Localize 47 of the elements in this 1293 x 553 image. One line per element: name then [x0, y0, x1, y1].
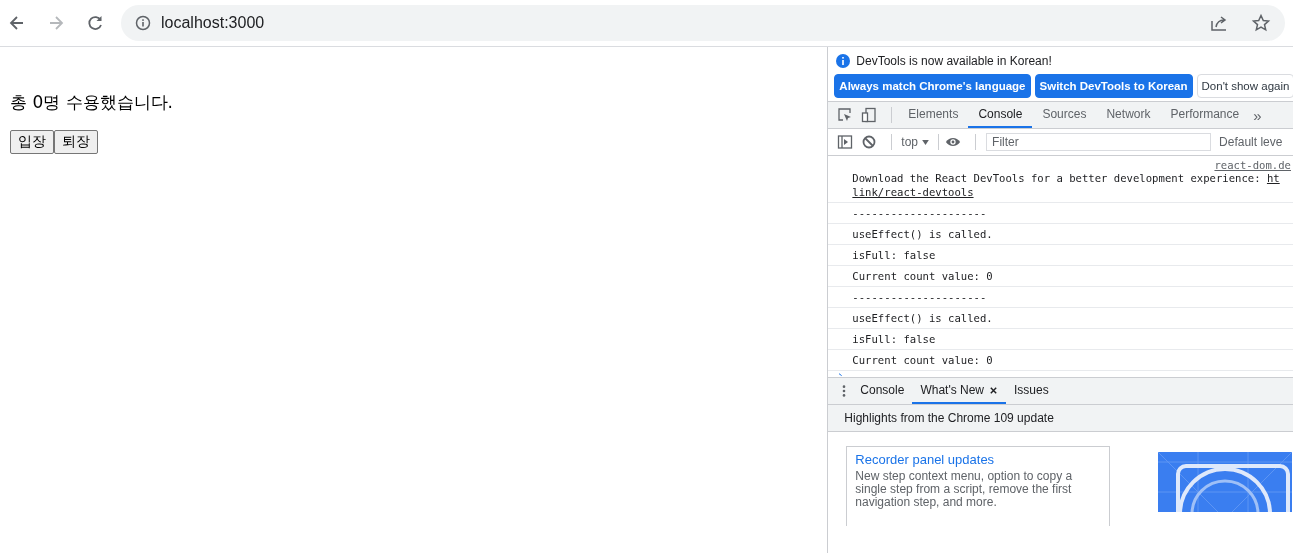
info-icon: [836, 54, 851, 68]
panel-tab[interactable]: Performance: [1160, 102, 1250, 128]
devtools-link[interactable]: ht: [1266, 172, 1280, 184]
panel-tab[interactable]: Console: [968, 102, 1033, 128]
context-dropdown[interactable]: top: [898, 135, 933, 149]
star-icon[interactable]: [1251, 13, 1271, 33]
levels-dropdown[interactable]: Default leve: [1211, 135, 1283, 149]
reload-icon[interactable]: [85, 13, 105, 33]
infobar-button[interactable]: Switch DevTools to Korean: [1034, 74, 1193, 98]
panel-tab[interactable]: Elements: [898, 102, 969, 128]
page-button[interactable]: 퇴장: [54, 130, 98, 154]
page-button[interactable]: 입장: [10, 130, 54, 154]
more-tabs-button[interactable]: »: [1249, 106, 1266, 124]
filter-field[interactable]: Filter: [986, 133, 1212, 151]
inspect-icon[interactable]: [837, 107, 854, 123]
caret-icon: [922, 139, 930, 145]
clear-icon[interactable]: [861, 134, 878, 150]
whats-new-heading: Highlights from the Chrome 109 update: [844, 411, 1054, 425]
card-description: New step context menu, option to copy a single step from a script, remove the first navigation step, and more.: [855, 470, 1074, 509]
infobar-button[interactable]: Always match Chrome's language: [834, 74, 1031, 98]
console-message: ---------------------: [852, 206, 988, 220]
console-message: useEffect() is called.: [852, 311, 994, 325]
sidebar-toggle-icon[interactable]: [837, 134, 854, 150]
address-bar[interactable]: localhost:3000: [121, 5, 1285, 41]
console-message: ---------------------: [852, 290, 988, 304]
console-message: useEffect() is called.: [852, 227, 994, 241]
console-message: isFull: false: [852, 248, 937, 262]
console-message: isFull: false: [852, 332, 937, 346]
source-link[interactable]: react-dom.de: [1214, 159, 1291, 171]
share-icon[interactable]: [1209, 13, 1229, 33]
infobar-text: DevTools is now available in Korean!: [856, 54, 1052, 68]
console-message: Download the React DevTools for a better development experience:: [852, 172, 1262, 184]
device-toolbar-icon[interactable]: [861, 107, 878, 123]
devtools-link[interactable]: link/react-devtools: [852, 186, 974, 198]
console-message: Current count value: 0: [852, 353, 994, 367]
drawer-tab[interactable]: Console: [852, 378, 913, 404]
menu-icon[interactable]: [842, 384, 847, 398]
card-title[interactable]: Recorder panel updates: [855, 452, 1102, 468]
infobar-button[interactable]: Don't show again: [1196, 74, 1293, 98]
panel-tab[interactable]: Sources: [1032, 102, 1097, 128]
close-icon[interactable]: [989, 385, 999, 395]
feature-card[interactable]: Recorder panel updates New step context menu, option to copy a single step from a script, remove the first navigation step, and more.: [846, 446, 1111, 526]
count-message: 총 0명 수용했습니다.: [10, 91, 175, 114]
info-icon: [135, 15, 151, 31]
drawer-tab[interactable]: Issues: [1006, 378, 1057, 404]
panel-tab[interactable]: Network: [1096, 102, 1161, 128]
console-message: Current count value: 0: [852, 269, 994, 283]
